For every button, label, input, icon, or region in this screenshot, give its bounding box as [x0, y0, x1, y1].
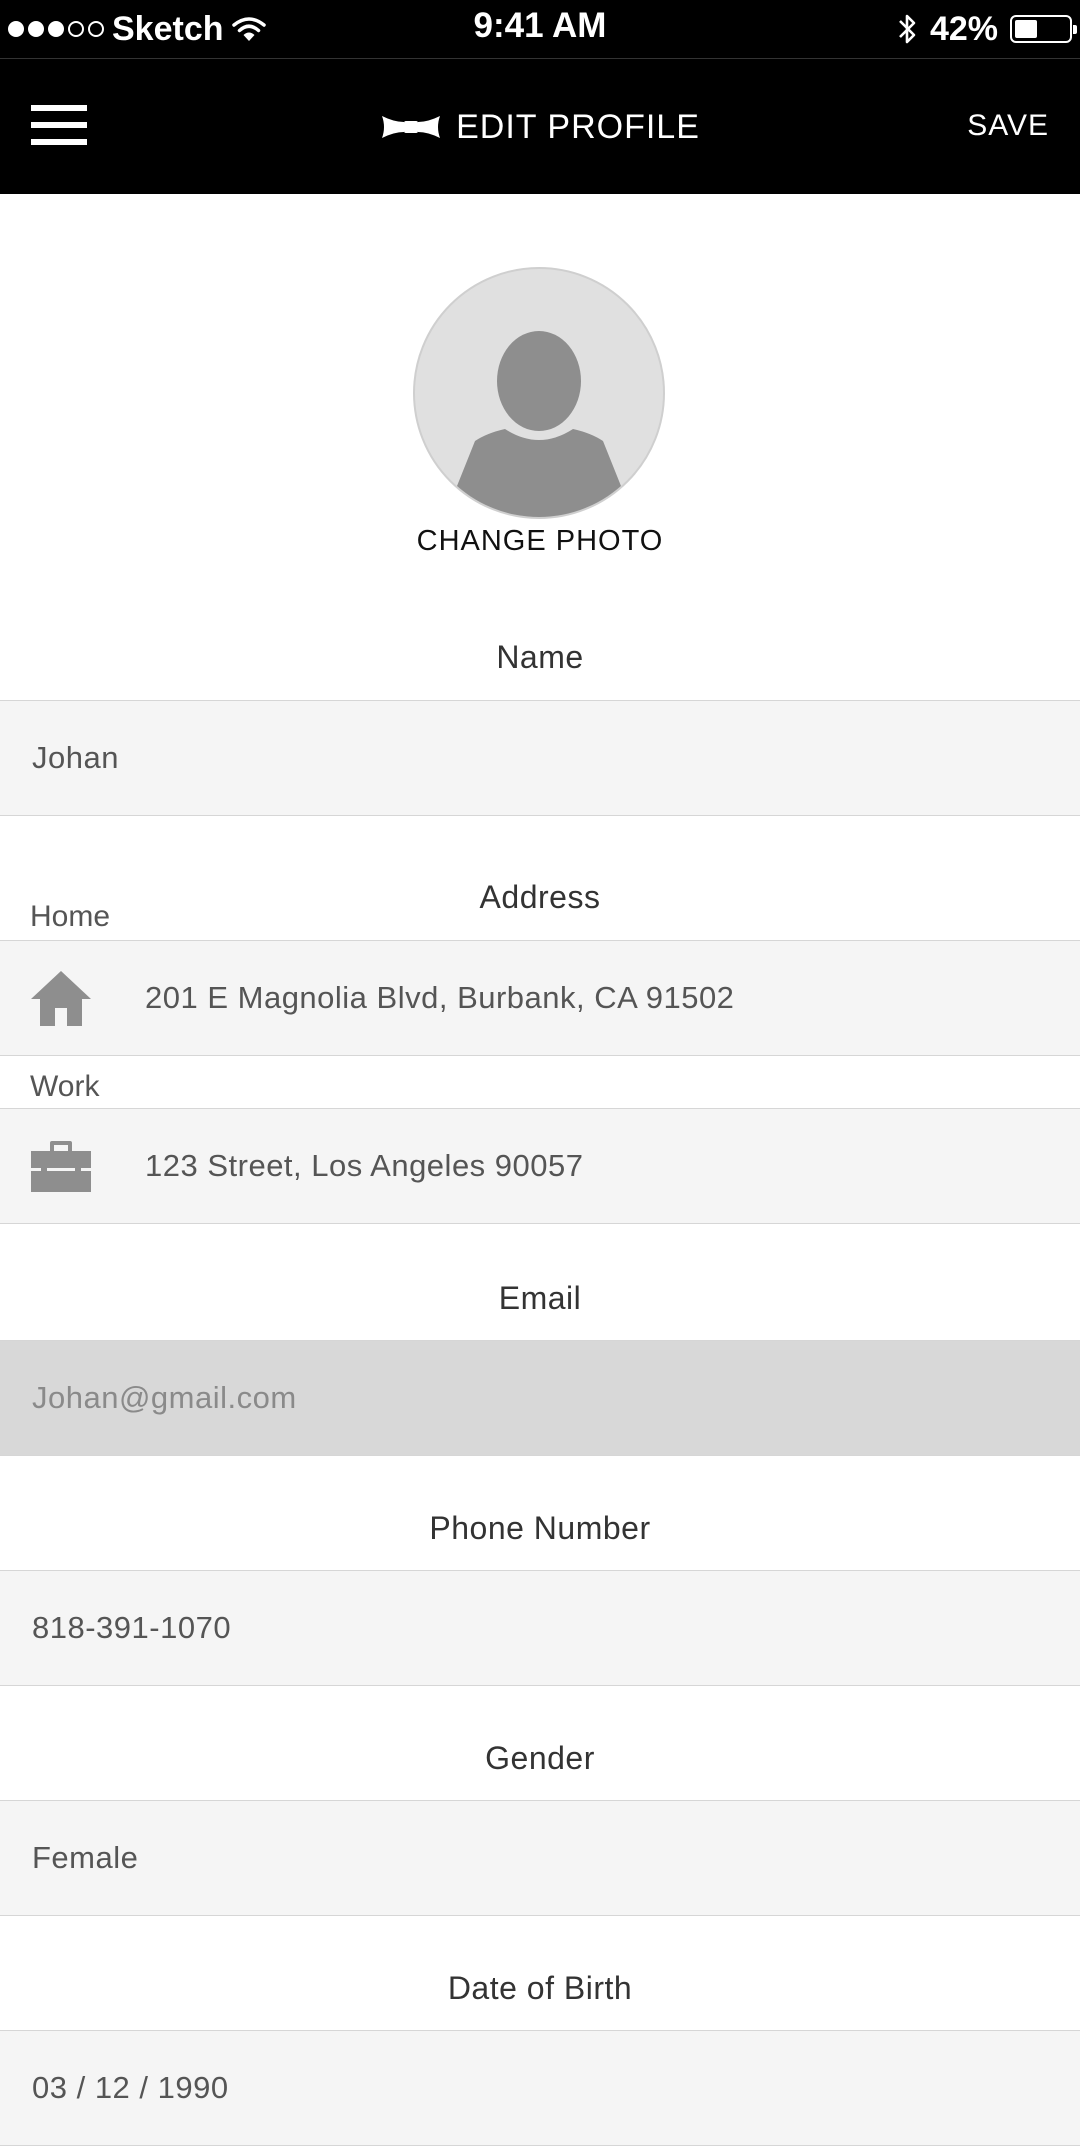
nav-bar: EDIT PROFILE SAVE: [0, 58, 1080, 194]
home-icon: [31, 971, 91, 1026]
email-field: Johan@gmail.com: [0, 1340, 1080, 1456]
person-silhouette-icon: [455, 331, 623, 517]
home-label: Home: [30, 900, 111, 933]
gender-field[interactable]: Female: [0, 1800, 1080, 1916]
name-field[interactable]: Johan: [0, 700, 1080, 816]
bluetooth-icon: [899, 14, 916, 44]
phone-field[interactable]: 818-391-1070: [0, 1570, 1080, 1686]
name-label: Name: [496, 639, 584, 675]
gender-label: Gender: [485, 1740, 595, 1776]
address-label: Address: [479, 879, 601, 915]
nav-title-group: EDIT PROFILE: [0, 59, 1080, 195]
status-bar: Sketch 9:41 AM 42%: [0, 0, 1080, 58]
profile-photo[interactable]: [413, 267, 665, 519]
bowtie-icon: [382, 116, 441, 138]
work-label: Work: [30, 1070, 100, 1103]
battery-icon: [1010, 15, 1077, 43]
home-address-field[interactable]: 201 E Magnolia Blvd, Burbank, CA 91502: [0, 940, 1080, 1056]
home-address-value: 201 E Magnolia Blvd, Burbank, CA 91502: [145, 980, 735, 1015]
battery-fill: [1015, 20, 1037, 38]
save-button[interactable]: SAVE: [967, 109, 1049, 143]
battery-percent: 42%: [929, 9, 998, 48]
status-right: 42%: [896, 8, 1077, 50]
dob-label: Date of Birth: [447, 1970, 633, 2006]
dob-value: 03 / 12 / 1990: [32, 2070, 229, 2105]
gender-value: Female: [32, 1840, 139, 1875]
phone-value: 818-391-1070: [32, 1610, 232, 1645]
dob-field[interactable]: 03 / 12 / 1990: [0, 2030, 1080, 2146]
name-value: Johan: [32, 740, 119, 775]
briefcase-icon: [31, 1141, 91, 1192]
work-address-value: 123 Street, Los Angeles 90057: [145, 1148, 584, 1183]
email-label: Email: [498, 1280, 582, 1316]
phone-label: Phone Number: [429, 1510, 651, 1546]
change-photo-button[interactable]: CHANGE PHOTO: [0, 525, 1080, 558]
work-address-field[interactable]: 123 Street, Los Angeles 90057: [0, 1108, 1080, 1224]
email-value: Johan@gmail.com: [32, 1380, 297, 1415]
page-title: EDIT PROFILE: [456, 107, 700, 146]
battery-nub: [1073, 25, 1077, 34]
